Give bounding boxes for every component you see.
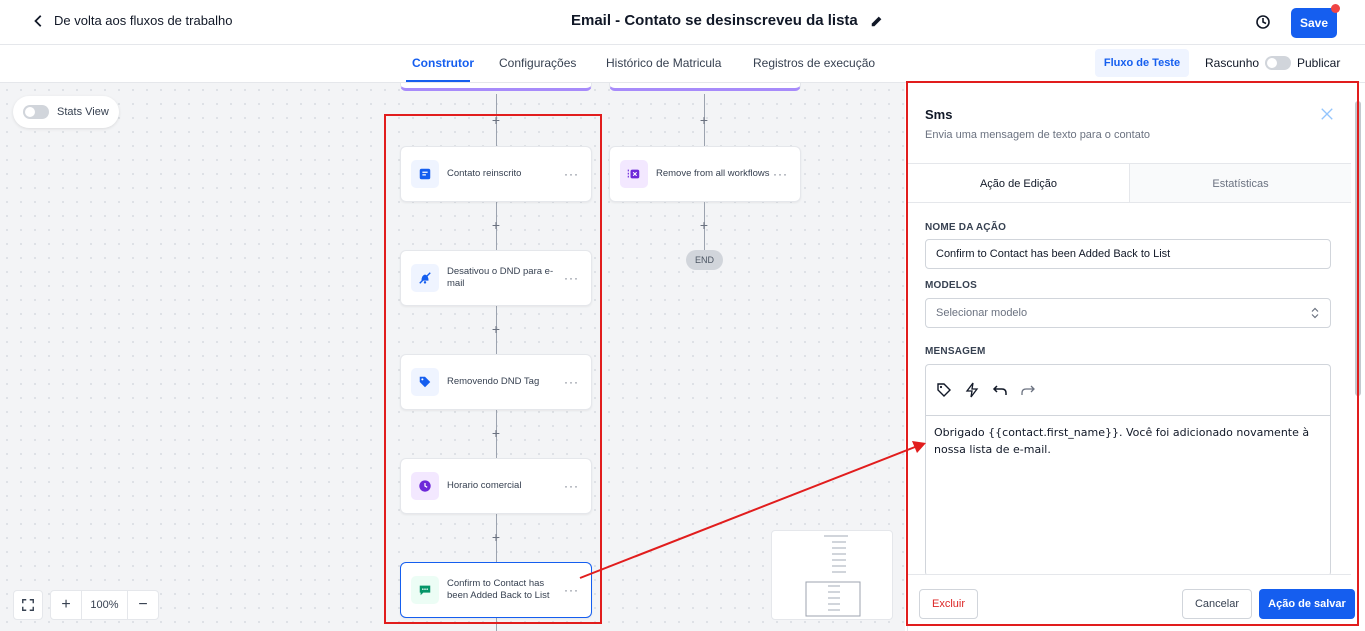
bell-off-icon [411, 264, 439, 292]
more-options-icon[interactable]: ··· [773, 167, 788, 181]
more-options-icon[interactable]: ··· [564, 479, 579, 493]
templates-label: MODELOS [925, 280, 977, 291]
node-desativou-dnd[interactable]: Desativou o DND para e-mail ··· [400, 250, 592, 306]
lightning-icon[interactable] [964, 382, 980, 398]
tab-historico[interactable]: Histórico de Matricula [606, 56, 721, 70]
message-editor[interactable]: Obrigado {{contact.first_name}}. Você fo… [925, 364, 1331, 576]
draft-label: Rascunho [1205, 56, 1260, 70]
tab-construtor[interactable]: Construtor [412, 56, 474, 70]
previous-node-right[interactable] [609, 83, 801, 91]
end-marker: END [686, 250, 723, 270]
action-name-input[interactable]: Confirm to Contact has been Added Back t… [925, 239, 1331, 269]
tabs-bar: Construtor Configurações Histórico de Ma… [0, 45, 1365, 83]
workflow-canvas[interactable]: Stats View + + + + + Contato reinscrito … [0, 83, 905, 631]
template-select-placeholder: Selecionar modelo [936, 307, 1028, 319]
fit-view-button[interactable] [13, 590, 43, 620]
zoom-level: 100% [81, 590, 128, 620]
node-label: Desativou o DND para e-mail [447, 266, 554, 289]
node-label: Contato reinscrito [447, 168, 522, 179]
back-to-workflows-link[interactable]: De volta aos fluxos de trabalho [32, 13, 233, 28]
panel-tabs: Ação de Edição Estatísticas [908, 163, 1351, 203]
save-action-button[interactable]: Ação de salvar [1259, 589, 1355, 619]
tag-remove-icon [411, 368, 439, 396]
clock-icon [411, 472, 439, 500]
connector [496, 618, 497, 631]
workflow-title-group: Email - Contato se desinscreveu da lista [571, 12, 884, 29]
close-icon[interactable] [1320, 107, 1334, 121]
contact-edit-icon [411, 160, 439, 188]
action-name-label: NOME DA AÇÃO [925, 222, 1007, 233]
tab-edit-action[interactable]: Ação de Edição [908, 164, 1130, 202]
add-step-plus[interactable]: + [490, 426, 502, 440]
message-label: MENSAGEM [925, 346, 986, 357]
chevron-up-down-icon [1311, 307, 1319, 319]
panel-subtitle: Envia uma mensagem de texto para o conta… [925, 129, 1151, 141]
cancel-button[interactable]: Cancelar [1182, 589, 1252, 619]
more-options-icon[interactable]: ··· [564, 375, 579, 389]
node-label: Confirm to Contact has been Added Back t… [447, 578, 550, 601]
node-removendo-dnd-tag[interactable]: Removendo DND Tag ··· [400, 354, 592, 410]
minimap-graphic [805, 535, 861, 617]
chevron-left-icon [34, 14, 42, 27]
stats-view-label: Stats View [57, 106, 109, 118]
active-tab-underline [406, 80, 470, 82]
stats-view-toggle[interactable]: Stats View [13, 96, 119, 128]
panel-scrollbar[interactable] [1353, 93, 1361, 573]
previous-node-left[interactable] [400, 83, 592, 91]
pencil-icon[interactable] [870, 14, 884, 28]
add-step-plus[interactable]: + [490, 530, 502, 544]
node-contato-reinscrito[interactable]: Contato reinscrito ··· [400, 146, 592, 202]
expand-icon [22, 599, 34, 611]
publish-label: Publicar [1297, 56, 1341, 70]
add-step-plus[interactable]: + [490, 322, 502, 336]
workflow-remove-icon [620, 160, 648, 188]
stats-switch[interactable] [23, 105, 49, 119]
undo-icon[interactable] [992, 382, 1008, 398]
action-panel: Sms Envia uma mensagem de texto para o c… [907, 83, 1365, 631]
add-step-plus[interactable]: + [490, 113, 502, 127]
tab-registros[interactable]: Registros de execução [753, 56, 875, 70]
template-select[interactable]: Selecionar modelo [925, 298, 1331, 328]
zoom-in-button[interactable]: + [51, 590, 81, 620]
back-label: De volta aos fluxos de trabalho [54, 13, 233, 28]
editor-toolbar [926, 365, 1330, 416]
panel-title: Sms [925, 107, 953, 122]
add-step-plus[interactable]: + [698, 218, 710, 232]
unsaved-indicator [1331, 4, 1340, 13]
node-sms-confirm[interactable]: Confirm to Contact has been Added Back t… [400, 562, 592, 618]
tab-configuracoes[interactable]: Configurações [499, 56, 576, 70]
history-icon[interactable] [1255, 14, 1271, 30]
node-label: Removendo DND Tag [447, 376, 540, 387]
add-step-plus[interactable]: + [698, 113, 710, 127]
more-options-icon[interactable]: ··· [564, 271, 579, 285]
more-options-icon[interactable]: ··· [564, 583, 579, 597]
node-remove-all-workflows[interactable]: Remove from all workflows ··· [609, 146, 801, 202]
redo-icon[interactable] [1020, 382, 1036, 398]
zoom-out-button[interactable]: − [128, 590, 158, 620]
test-workflow-button[interactable]: Fluxo de Teste [1095, 49, 1189, 77]
delete-button[interactable]: Excluir [919, 589, 978, 619]
top-header: De volta aos fluxos de trabalho Email - … [0, 0, 1365, 45]
minimap[interactable] [771, 530, 893, 620]
sms-icon [411, 576, 439, 604]
node-label: Remove from all workflows [656, 168, 770, 179]
publish-toggle[interactable] [1265, 56, 1291, 70]
more-options-icon[interactable]: ··· [564, 167, 579, 181]
node-label: Horario comercial [447, 480, 522, 491]
zoom-controls: + 100% − [50, 590, 159, 620]
tab-statistics[interactable]: Estatísticas [1130, 164, 1351, 202]
message-text[interactable]: Obrigado {{contact.first_name}}. Você fo… [926, 416, 1330, 466]
panel-footer: Excluir Cancelar Ação de salvar [908, 574, 1355, 631]
add-step-plus[interactable]: + [490, 218, 502, 232]
node-horario-comercial[interactable]: Horario comercial ··· [400, 458, 592, 514]
tag-icon[interactable] [936, 382, 952, 398]
workflow-title: Email - Contato se desinscreveu da lista [571, 12, 858, 29]
scroll-thumb[interactable] [1355, 101, 1361, 396]
save-button[interactable]: Save [1291, 8, 1337, 38]
